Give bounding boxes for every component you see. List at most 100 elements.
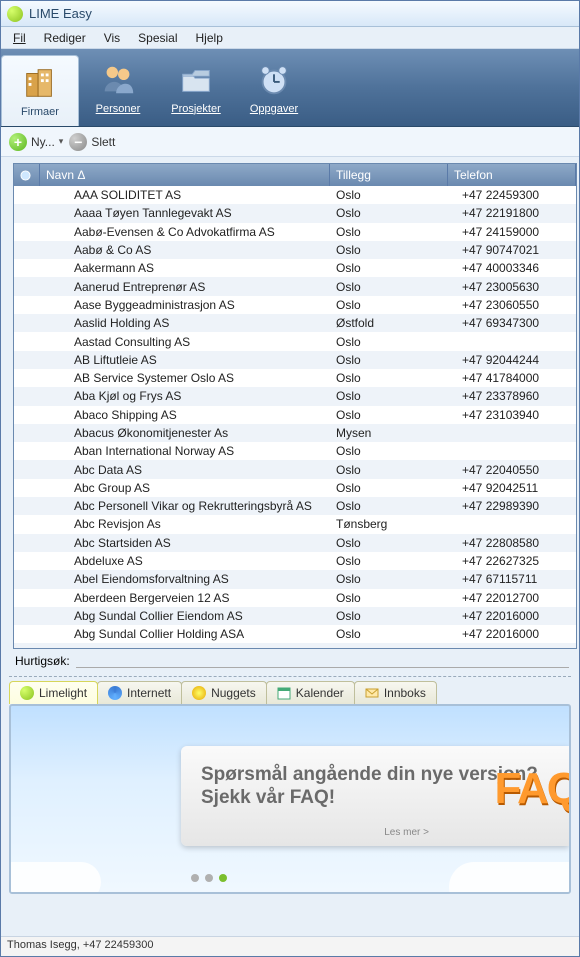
row-name: Abc Personell Vikar og Rekrutteringsbyrå… [40, 499, 330, 513]
row-telefon: +47 22191800 [448, 206, 576, 220]
tab-label: Innboks [384, 686, 426, 700]
row-tillegg: Oslo [330, 188, 448, 202]
delete-button[interactable]: − Slett [69, 133, 115, 151]
table-row[interactable]: Abdeluxe ASOslo+47 22627325 [14, 552, 576, 570]
nav-oppgaver[interactable]: Oppgaver [235, 49, 313, 126]
chevron-down-icon: ▾ [59, 136, 64, 147]
tab-label: Kalender [296, 686, 344, 700]
row-tillegg: Oslo [330, 261, 448, 275]
table-row[interactable]: Aaslid Holding ASØstfold+47 69347300 [14, 314, 576, 332]
company-grid: Navn Δ Tillegg Telefon AAA SOLIDITET ASO… [13, 163, 577, 649]
table-row[interactable]: Aaaa Tøyen Tannlegevakt ASOslo+47 221918… [14, 204, 576, 222]
row-name: AB Liftutleie AS [40, 353, 330, 367]
banner[interactable]: Spørsmål angående din nye versjon? Sjekk… [181, 746, 569, 846]
tab-limelight[interactable]: Limelight [9, 681, 98, 704]
tab-kalender[interactable]: Kalender [266, 681, 355, 704]
menu-rediger[interactable]: Rediger [36, 29, 94, 47]
new-button[interactable]: + Ny... ▾ [9, 133, 63, 151]
table-row[interactable]: AB Service Systemer Oslo ASOslo+47 41784… [14, 369, 576, 387]
tab-label: Internett [127, 686, 171, 700]
folder-icon [177, 61, 215, 99]
table-row[interactable]: Abg Sundal Collier Holding ASAOslo+47 22… [14, 625, 576, 643]
dot-2[interactable] [205, 874, 213, 882]
tab-internett[interactable]: Internett [97, 681, 182, 704]
table-row[interactable]: Abg Sundal Collier Norge ASAOslo+47 2201… [14, 643, 576, 648]
row-tillegg: Oslo [330, 609, 448, 623]
quicksearch-input[interactable] [76, 653, 569, 668]
plus-icon: + [9, 133, 27, 151]
nav-label: Firmaer [21, 106, 59, 118]
table-row[interactable]: Abg Sundal Collier Eiendom ASOslo+47 220… [14, 607, 576, 625]
row-tillegg: Oslo [330, 481, 448, 495]
menu-fil[interactable]: Fil [5, 29, 34, 47]
row-tillegg: Oslo [330, 554, 448, 568]
row-tillegg: Oslo [330, 444, 448, 458]
row-name: Aastad Consulting AS [40, 335, 330, 349]
table-row[interactable]: Aba Kjøl og Frys ASOslo+47 23378960 [14, 387, 576, 405]
table-row[interactable]: Aberdeen Bergerveien 12 ASOslo+47 220127… [14, 589, 576, 607]
mail-icon [365, 686, 379, 700]
col-tillegg[interactable]: Tillegg [330, 164, 448, 186]
app-title: LIME Easy [29, 6, 92, 21]
row-telefon: +47 22040550 [448, 463, 576, 477]
table-row[interactable]: AAA SOLIDITET ASOslo+47 22459300 [14, 186, 576, 204]
table-row[interactable]: Aase Byggeadministrasjon ASOslo+47 23060… [14, 296, 576, 314]
row-name: Abg Sundal Collier Norge ASA [40, 646, 330, 648]
menu-vis[interactable]: Vis [96, 29, 128, 47]
table-row[interactable]: Abel Eiendomsforvaltning ASOslo+47 67115… [14, 570, 576, 588]
table-row[interactable]: Abaco Shipping ASOslo+47 23103940 [14, 406, 576, 424]
cloud-decoration [9, 862, 101, 894]
table-row[interactable]: Abc Group ASOslo+47 92042511 [14, 479, 576, 497]
table-row[interactable]: Aabø & Co ASOslo+47 90747021 [14, 241, 576, 259]
grid-body[interactable]: AAA SOLIDITET ASOslo+47 22459300Aaaa Tøy… [14, 186, 576, 648]
row-name: Aban International Norway AS [40, 444, 330, 458]
menu-hjelp[interactable]: Hjelp [188, 29, 231, 47]
row-name: Aase Byggeadministrasjon AS [40, 298, 330, 312]
col-icon[interactable] [14, 164, 40, 186]
people-icon [99, 61, 137, 99]
row-name: AB Service Systemer Oslo AS [40, 371, 330, 385]
dot-1[interactable] [191, 874, 199, 882]
row-name: AAA SOLIDITET AS [40, 188, 330, 202]
row-telefon: +47 92044244 [448, 353, 576, 367]
col-telefon[interactable]: Telefon [448, 164, 576, 186]
table-row[interactable]: Aban International Norway ASOslo [14, 442, 576, 460]
carousel-dots [191, 874, 227, 882]
table-row[interactable]: Aanerud Entreprenør ASOslo+47 23005630 [14, 277, 576, 295]
nuggets-icon [192, 686, 206, 700]
nav-firmaer[interactable]: Firmaer [1, 55, 79, 126]
separator [9, 676, 571, 677]
table-row[interactable]: Abc Data ASOslo+47 22040550 [14, 460, 576, 478]
col-navn[interactable]: Navn Δ [40, 164, 330, 186]
row-telefon: +47 90747021 [448, 243, 576, 257]
menubar: Fil Rediger Vis Spesial Hjelp [1, 27, 579, 49]
row-tillegg: Oslo [330, 335, 448, 349]
table-row[interactable]: Abc Personell Vikar og Rekrutteringsbyrå… [14, 497, 576, 515]
nav-prosjekter[interactable]: Prosjekter [157, 49, 235, 126]
lime-icon [20, 686, 34, 700]
tab-nuggets[interactable]: Nuggets [181, 681, 267, 704]
nav-label: Prosjekter [171, 103, 221, 115]
row-tillegg: Oslo [330, 627, 448, 641]
clock-icon [255, 61, 293, 99]
row-tillegg: Oslo [330, 389, 448, 403]
menu-spesial[interactable]: Spesial [130, 29, 185, 47]
table-row[interactable]: Abacus Økonomitjenester AsMysen [14, 424, 576, 442]
table-row[interactable]: Aastad Consulting ASOslo [14, 332, 576, 350]
table-row[interactable]: Aabø-Evensen & Co Advokatfirma ASOslo+47… [14, 223, 576, 241]
table-row[interactable]: Abc Revisjon AsTønsberg [14, 515, 576, 533]
dot-3[interactable] [219, 874, 227, 882]
table-row[interactable]: AB Liftutleie ASOslo+47 92044244 [14, 351, 576, 369]
table-row[interactable]: Abc Startsiden ASOslo+47 22808580 [14, 534, 576, 552]
nav-personer[interactable]: Personer [79, 49, 157, 126]
titlebar: LIME Easy [1, 1, 579, 27]
tab-innboks[interactable]: Innboks [354, 681, 437, 704]
row-telefon: +47 22016000 [448, 609, 576, 623]
nav-ribbon: Firmaer Personer Prosjekter Oppgaver [1, 49, 579, 127]
tab-label: Limelight [39, 686, 87, 700]
row-telefon: +47 22989390 [448, 499, 576, 513]
table-row[interactable]: Aakermann ASOslo+47 40003346 [14, 259, 576, 277]
banner-more-link[interactable]: Les mer > [384, 827, 429, 838]
row-name: Abg Sundal Collier Holding ASA [40, 627, 330, 641]
row-name: Abc Startsiden AS [40, 536, 330, 550]
